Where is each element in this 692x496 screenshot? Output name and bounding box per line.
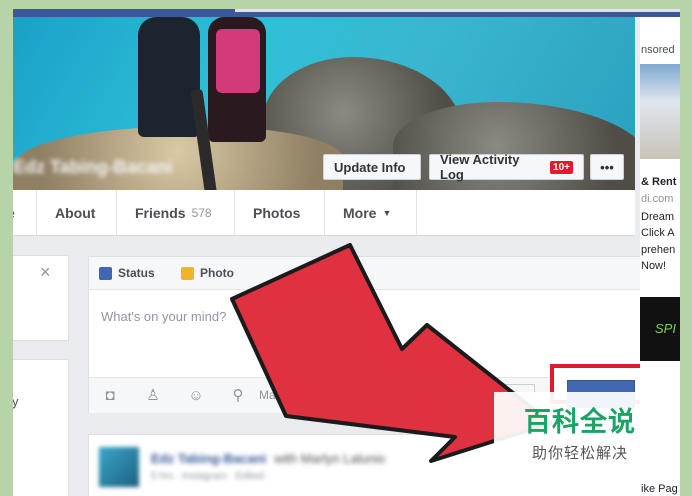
composer-tab-photo[interactable]: Photo (181, 257, 234, 289)
ad-line: prehen (641, 244, 676, 256)
person-silhouette (138, 17, 200, 137)
tab-more-label: More (343, 204, 377, 221)
tab-more[interactable]: More ▼ (325, 190, 417, 235)
close-icon[interactable]: × (40, 262, 51, 283)
profile-nav-tabs: e About Friends 578 Photos More ▼ (13, 190, 635, 236)
tab-photos[interactable]: Photos (235, 190, 325, 235)
ad-line: di.com (641, 193, 674, 205)
audience-label: F (466, 389, 474, 403)
camera-icon[interactable]: ◘ (101, 387, 119, 405)
composer-tab-life-event[interactable]: Life E (301, 257, 353, 289)
sponsored-label: nsored (641, 44, 675, 56)
tab-timeline-label: e (13, 205, 15, 221)
ad-brand: SPI (655, 321, 676, 336)
tab-about-label: About (55, 204, 96, 221)
ad-line: Dream (641, 211, 675, 223)
update-info-button[interactable]: Update Info (323, 154, 421, 180)
watermark-title: 百科全说 (524, 407, 636, 437)
ad-line[interactable]: & Rent (641, 176, 676, 188)
ad-line: Now! (641, 260, 667, 272)
watermark: 百科全说 助你轻松解决 (494, 392, 666, 471)
composer-tab-life-event-label: Life E (320, 266, 353, 280)
status-input[interactable]: What's on your mind? (101, 309, 226, 324)
photo-icon (181, 266, 194, 280)
view-activity-log-button[interactable]: View Activity Log 10+ (429, 152, 584, 182)
profile-name: Edz Tabing-Bacani (13, 157, 173, 177)
pink-shirt (216, 29, 260, 93)
left-intro-box: y (13, 359, 69, 496)
pencil-icon (99, 266, 112, 280)
ad-line: Click A (641, 227, 675, 239)
post-meta: 5 hrs · Instagram · Edited · (151, 471, 270, 482)
composer-tab-status[interactable]: Status (99, 257, 155, 289)
feeling-icon[interactable]: ☺ (187, 387, 205, 405)
tab-friends[interactable]: Friends 578 (117, 190, 235, 235)
tab-photos-label: Photos (253, 204, 301, 221)
tab-timeline[interactable]: e (13, 190, 37, 235)
cover-photo[interactable]: Edz Tabing-Bacani Update Info View Activ… (13, 17, 635, 190)
left-partial-text: y (13, 394, 19, 409)
ad-image[interactable] (640, 64, 680, 159)
location-pin-icon[interactable]: ⚲ (229, 387, 247, 405)
tag-friends-icon[interactable]: ♙ (144, 387, 162, 405)
composer-tab-photo-label: Photo (200, 266, 234, 280)
composer-tab-status-label: Status (118, 266, 155, 280)
tab-about[interactable]: About (37, 190, 117, 235)
activity-count-badge: 10+ (550, 160, 573, 174)
watermark-subtitle: 助你轻松解决 (531, 445, 628, 462)
friends-count: 578 (191, 205, 212, 220)
location-text: Makat (259, 388, 292, 402)
post-author[interactable]: Edz Tabing-Bacani (151, 451, 266, 466)
top-bar-highlight (235, 9, 680, 12)
flag-icon (301, 266, 314, 280)
ad-line: ike Pag (641, 483, 678, 495)
ad-banner[interactable]: SPI (640, 297, 680, 361)
avatar[interactable] (99, 447, 139, 487)
post-author-line: Edz Tabing-Bacani with Marlyn Lalunio (151, 451, 385, 466)
chevron-down-icon: ▼ (382, 207, 392, 218)
update-info-label: Update Info (334, 159, 406, 175)
more-options-button[interactable]: ••• (590, 154, 624, 180)
post-with-text: with Marlyn Lalunio (273, 451, 386, 466)
tab-friends-label: Friends (135, 204, 186, 221)
composer-tabs: Status Photo Life E (89, 257, 640, 290)
left-info-box: × (13, 255, 69, 341)
view-activity-label: View Activity Log (440, 152, 520, 182)
more-options-icon: ••• (600, 159, 614, 175)
